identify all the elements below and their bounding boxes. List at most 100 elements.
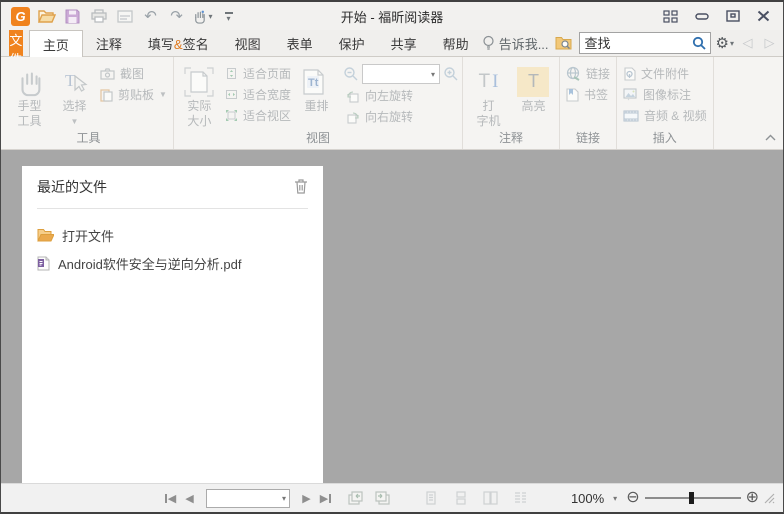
single-page-view-button[interactable] <box>421 488 440 508</box>
fit-width-button[interactable]: 适合宽度 <box>222 84 294 105</box>
image-annotation-button[interactable]: 图像标注 <box>620 84 710 105</box>
collapse-ribbon-button[interactable] <box>765 129 776 144</box>
foxit-logo-icon: G <box>11 6 30 26</box>
zoom-out-statusbar-button[interactable]: ⊖ <box>626 490 639 506</box>
first-page-bar <box>164 493 167 503</box>
last-page-button[interactable]: ▶ <box>316 488 335 508</box>
clipboard-button[interactable]: 剪贴板 ▼ <box>97 84 170 105</box>
close-button[interactable] <box>748 5 779 27</box>
zoom-level-dropdown[interactable]: ▾ <box>609 488 621 508</box>
tab-bar-right-tools: 告诉我... ⚙ ▾ ◁ ▷ <box>482 30 783 56</box>
search-folder-button[interactable] <box>554 32 574 54</box>
rotate-left-icon <box>347 90 359 103</box>
history-forward-button[interactable]: ▷ <box>761 35 778 51</box>
open-file-item[interactable]: 打开文件 <box>37 221 308 249</box>
tab-fill-sign[interactable]: 填写&签名 <box>135 30 222 56</box>
page-combo-caret[interactable]: ▾ <box>282 494 286 503</box>
highlight-label: 高亮 <box>521 99 546 113</box>
svg-text:Tt: Tt <box>308 77 319 89</box>
find-input[interactable] <box>584 35 692 51</box>
zoom-in-magnifier-icon <box>444 67 458 81</box>
facing-view-button[interactable] <box>481 488 500 508</box>
next-view-button[interactable] <box>372 488 391 508</box>
clear-recent-button[interactable] <box>294 178 308 197</box>
typewriter-icon: T <box>478 71 491 92</box>
file-attachment-button[interactable]: 文件附件 <box>620 63 710 84</box>
arrange-windows-button[interactable] <box>655 5 686 27</box>
tell-me-label: 告诉我... <box>498 36 549 52</box>
tab-help[interactable]: 帮助 <box>430 30 482 56</box>
next-view-icon <box>375 491 390 505</box>
tab-protect[interactable]: 保护 <box>326 30 378 56</box>
open-file-button[interactable] <box>34 5 59 27</box>
previous-view-button[interactable] <box>347 488 366 508</box>
print-button[interactable] <box>86 5 111 27</box>
highlight-button[interactable]: T 高亮 <box>511 61 556 114</box>
typewriter-button[interactable]: TI 打 字机 <box>466 61 511 129</box>
forward-chevron-icon: ▷ <box>764 35 775 50</box>
email-button[interactable] <box>112 5 137 27</box>
zoom-slider-thumb[interactable] <box>688 492 694 504</box>
fit-visible-button[interactable]: 适合视区 <box>222 105 294 126</box>
actual-size-button[interactable]: 实际 大小 <box>177 61 222 129</box>
zoom-out-button[interactable] <box>343 64 359 85</box>
save-button[interactable] <box>60 5 85 27</box>
customize-quick-access-button[interactable]: ▾ <box>216 5 241 27</box>
tab-file[interactable]: 文件 <box>9 30 23 67</box>
tab-fill-sign-amp: & <box>173 36 183 52</box>
settings-gear-button[interactable]: ⚙ ▾ <box>716 34 734 52</box>
audio-video-button[interactable]: 音频 & 视频 <box>620 105 710 126</box>
minimize-button[interactable] <box>686 5 717 27</box>
snapshot-button[interactable]: 截图 <box>97 63 170 84</box>
redo-button[interactable]: ↷ <box>164 5 189 27</box>
link-globe-icon <box>566 66 580 81</box>
recent-file-item[interactable]: Android软件安全与逆向分析.pdf <box>37 249 308 277</box>
tab-view[interactable]: 视图 <box>222 30 274 56</box>
continuous-facing-view-button[interactable] <box>511 488 530 508</box>
zoom-combo-input[interactable] <box>366 67 431 81</box>
find-magnifier-icon[interactable] <box>692 36 707 51</box>
typewriter-label-line2: 字机 <box>476 114 501 128</box>
rotate-left-button[interactable]: 向左旋转 <box>343 85 459 106</box>
gear-icon: ⚙ <box>715 35 729 52</box>
tab-home[interactable]: 主页 <box>28 30 83 57</box>
zoom-combo-caret[interactable]: ▾ <box>431 70 435 79</box>
hand-tool-quick-button[interactable]: ▾ <box>190 5 215 27</box>
hand-tool-label-line1: 手型 <box>17 99 42 113</box>
resize-grip-icon[interactable] <box>764 493 775 504</box>
zoom-slider[interactable] <box>644 490 741 506</box>
next-page-button[interactable]: ▶ <box>297 488 316 508</box>
typewriter-label-line1: 打 <box>482 99 495 113</box>
trash-icon <box>295 178 307 194</box>
bookmark-button[interactable]: 书签 <box>563 84 613 105</box>
page-number-input[interactable] <box>210 491 282 505</box>
tab-share[interactable]: 共享 <box>378 30 430 56</box>
rotate-right-button[interactable]: 向右旋转 <box>343 106 459 127</box>
tab-form[interactable]: 表单 <box>274 30 326 56</box>
tab-comment[interactable]: 注释 <box>83 30 135 56</box>
history-back-button[interactable]: ◁ <box>739 35 756 51</box>
reflow-button[interactable]: Tt 重排 <box>294 61 339 114</box>
previous-page-button[interactable]: ◀ <box>180 488 199 508</box>
page-layout-buttons <box>421 488 530 508</box>
zoom-in-statusbar-button[interactable]: ⊕ <box>746 490 759 506</box>
fit-page-button[interactable]: 适合页面 <box>222 63 294 84</box>
maximize-button[interactable] <box>717 5 748 27</box>
link-button[interactable]: 链接 <box>563 63 613 84</box>
actual-size-label-line2: 大小 <box>187 114 212 128</box>
title-bar: G ↶ ↷ ▾ ▾ 开始 - 福昕阅读器 <box>1 2 783 30</box>
rotate-left-label: 向左旋转 <box>364 89 413 103</box>
first-page-button[interactable]: ◀ <box>161 488 180 508</box>
open-folder-icon <box>37 10 56 23</box>
select-tool-button[interactable]: T 选择 ▼ <box>52 61 97 129</box>
hand-tool-button[interactable]: 手型 工具 <box>7 61 52 129</box>
gear-dropdown-caret: ▾ <box>729 38 734 48</box>
tell-me-button[interactable]: 告诉我... <box>482 34 549 53</box>
audio-video-icon <box>623 109 639 122</box>
clipboard-label: 剪贴板 <box>118 88 155 102</box>
undo-button[interactable]: ↶ <box>138 5 163 27</box>
close-icon <box>757 10 770 22</box>
continuous-view-button[interactable] <box>451 488 470 508</box>
app-menu-button[interactable]: G <box>8 5 33 27</box>
zoom-in-button[interactable] <box>443 64 459 85</box>
